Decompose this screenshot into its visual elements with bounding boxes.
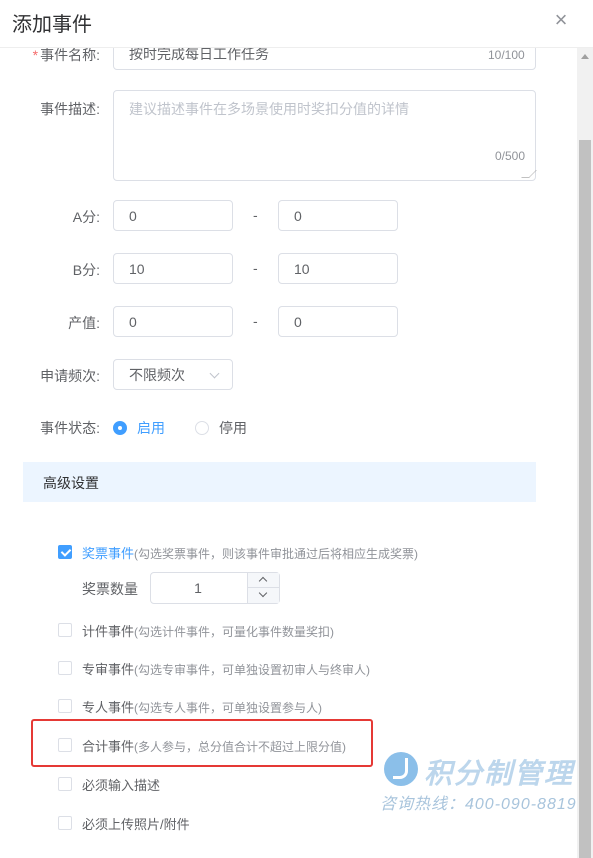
chevron-down-icon [209, 368, 220, 379]
ticket-qty-stepper[interactable]: 1 [150, 572, 280, 604]
output-to-input[interactable]: 0 [278, 306, 398, 337]
dialog-title: 添加事件 [12, 14, 92, 36]
piece-event-checkbox[interactable] [58, 623, 72, 637]
status-enabled-radio[interactable] [113, 421, 127, 435]
resize-handle-icon[interactable] [521, 170, 537, 178]
event-desc-placeholder: 建议描述事件在多场景使用时奖扣分值的详情 [129, 101, 409, 117]
status-label: 事件状态: [40, 420, 100, 436]
event-name-input[interactable]: 按时完成每日工作任务 [113, 48, 536, 70]
dialog-header: 添加事件 × [0, 0, 593, 48]
ticket-qty-label: 奖票数量 [82, 581, 138, 597]
output-separator: - [253, 313, 258, 329]
a-score-label: A分: [72, 209, 100, 225]
frequency-value: 不限频次 [129, 366, 185, 383]
frequency-label: 申请频次: [40, 368, 100, 384]
special-review-label[interactable]: 专审事件(勾选专审事件，可单独设置初审人与终审人) [82, 659, 370, 678]
event-desc-count: 0/500 [494, 149, 525, 163]
output-from-input[interactable]: 0 [113, 306, 233, 337]
watermark-brand: 积分制管理 [424, 758, 575, 789]
advanced-settings-title: 高级设置 [43, 475, 99, 491]
scrollbar-thumb[interactable] [579, 140, 591, 858]
status-enabled-text[interactable]: 启用 [137, 418, 165, 438]
chevron-down-icon [258, 588, 268, 598]
scrollbar[interactable] [577, 48, 593, 858]
designated-person-label[interactable]: 专人事件(勾选专人事件，可单独设置参与人) [82, 697, 322, 716]
status-disabled-radio[interactable] [195, 421, 209, 435]
event-desc-textarea[interactable]: 建议描述事件在多场景使用时奖扣分值的详情 0/500 [113, 90, 537, 181]
brand-watermark: 积分制管理 咨询热线：400-090-8819 [380, 752, 585, 813]
require-upload-label[interactable]: 必须上传照片/附件 [82, 814, 190, 833]
a-score-to-input[interactable]: 0 [278, 200, 398, 231]
scroll-up-icon[interactable] [581, 54, 589, 59]
chevron-up-icon [258, 576, 268, 586]
require-upload-checkbox[interactable] [58, 816, 72, 830]
increase-button[interactable] [248, 573, 279, 588]
b-score-from-input[interactable]: 10 [113, 253, 233, 284]
b-score-label: B分: [72, 262, 100, 278]
piece-event-label[interactable]: 计件事件(勾选计件事件，可量化事件数量奖扣) [82, 621, 334, 640]
status-disabled-text[interactable]: 停用 [219, 418, 247, 438]
decrease-button[interactable] [248, 588, 279, 603]
b-score-separator: - [253, 260, 258, 276]
ticket-event-checkbox[interactable] [58, 545, 72, 559]
frequency-select[interactable]: 不限频次 [113, 359, 233, 390]
ticket-qty-value[interactable]: 1 [151, 573, 245, 603]
highlight-annotation-box [31, 719, 373, 767]
event-name-label: * 事件名称: [32, 48, 100, 63]
event-name-count: 10/100 [488, 48, 525, 62]
advanced-settings-header: 高级设置 [23, 462, 536, 502]
event-name-value: 按时完成每日工作任务 [129, 48, 269, 62]
stepper-controls [247, 573, 279, 603]
event-desc-label: 事件描述: [40, 101, 100, 117]
b-score-to-input[interactable]: 10 [278, 253, 398, 284]
watermark-phone: 咨询热线：400-090-8819 [380, 796, 577, 813]
ticket-event-label[interactable]: 奖票事件(勾选奖票事件，则该事件审批通过后将相应生成奖票) [82, 543, 418, 562]
dialog-body: * 事件名称: 按时完成每日工作任务 10/100 事件描述: 建议描述事件在多场… [0, 48, 575, 858]
require-desc-checkbox[interactable] [58, 777, 72, 791]
special-review-checkbox[interactable] [58, 661, 72, 675]
a-score-from-input[interactable]: 0 [113, 200, 233, 231]
require-desc-label[interactable]: 必须输入描述 [82, 775, 160, 794]
brand-logo-icon [384, 752, 418, 786]
output-label: 产值: [68, 315, 100, 331]
a-score-separator: - [253, 207, 258, 223]
close-icon[interactable]: × [551, 9, 571, 31]
designated-person-checkbox[interactable] [58, 699, 72, 713]
